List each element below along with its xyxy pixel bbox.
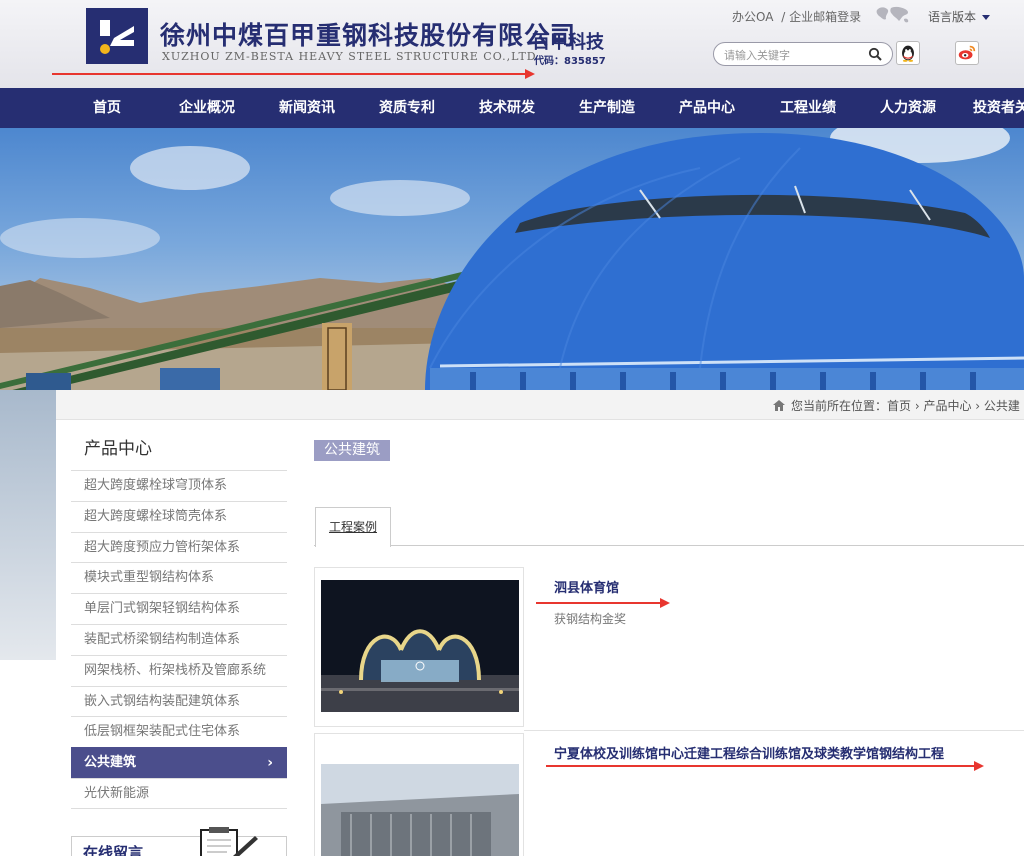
nav-item-products[interactable]: 产品中心 <box>679 88 735 128</box>
online-message-label: 在线留言 <box>83 844 144 856</box>
sidebar-item-label: 超大跨度预应力管桁架体系 <box>84 539 241 555</box>
nav-item-hr[interactable]: 人力资源 <box>880 88 936 128</box>
top-links: 办公OA / 企业邮箱登录 <box>732 8 865 25</box>
project-image-ningxia-training[interactable] <box>321 764 519 856</box>
sidebar-title: 产品中心 <box>84 439 152 459</box>
breadcrumb-current: 公共建 <box>983 399 1020 413</box>
nav-item-investors[interactable]: 投资者关 <box>973 88 1024 128</box>
sidebar-item-label: 超大跨度螺栓球穹顶体系 <box>84 478 228 493</box>
chevron-right-icon: › <box>911 399 924 413</box>
project-thumbnail-card[interactable] <box>314 567 524 727</box>
brand-name: 百甲科技 <box>532 32 604 53</box>
sidebar-item-label: 单层门式钢架轻钢结构体系 <box>84 601 241 617</box>
sidebar-item-label: 低层钢框架装配式住宅体系 <box>84 724 241 740</box>
clipboard-pen-icon <box>200 827 258 856</box>
tab-case-studies[interactable]: 工程案例 <box>315 507 391 547</box>
row-divider <box>524 730 1024 731</box>
logo-emblem-icon <box>100 20 134 54</box>
chevron-right-icon: › <box>971 399 984 413</box>
sidebar-item-label: 嵌入式钢结构装配建筑体系 <box>84 693 241 709</box>
annotation-arrow-header <box>52 69 535 79</box>
language-label: 语言版本 <box>928 10 977 24</box>
sidebar-item-label: 网架栈桥、桁架栈桥及管廊系统 <box>84 662 267 678</box>
chevron-right-icon: › <box>267 755 273 772</box>
sidebar-item-embedded-building[interactable]: 嵌入式钢结构装配建筑体系 <box>71 685 287 717</box>
email-login-link[interactable]: / 企业邮箱登录 <box>781 10 861 24</box>
main-nav: 首页 企业概况 新闻资讯 资质专利 技术研发 生产制造 产品中心 工程业绩 人力… <box>0 88 1024 128</box>
nav-item-rnd[interactable]: 技术研发 <box>479 88 535 128</box>
nav-item-news[interactable]: 新闻资讯 <box>279 88 335 128</box>
qq-icon[interactable] <box>896 41 920 65</box>
company-logo[interactable] <box>86 8 148 64</box>
nav-item-overview[interactable]: 企业概况 <box>179 88 235 128</box>
sidebar-item-label: 超大跨度螺栓球筒壳体系 <box>84 508 228 524</box>
breadcrumb: 您当前所在位置：首页 › 产品中心 › 公共建 <box>773 397 1020 414</box>
sidebar-item-label: 光伏新能源 <box>84 785 150 801</box>
project-thumbnail-card[interactable] <box>314 733 524 856</box>
sidebar-item-public-building[interactable]: 公共建筑 › <box>71 747 287 778</box>
breadcrumb-home[interactable]: 首页 <box>887 399 911 413</box>
sidebar-item-low-rise-housing[interactable]: 低层钢框架装配式住宅体系 <box>71 716 287 747</box>
site-header: 徐州中煤百甲重钢科技股份有限公司 XUZHOU ZM-BESTA HEAVY S… <box>0 0 1024 88</box>
stock-code: 代码：835857 <box>534 56 606 67</box>
hero-banner <box>0 128 1024 390</box>
sidebar-item-label: 装配式桥梁钢结构制造体系 <box>84 631 241 647</box>
company-name-en: XUZHOU ZM-BESTA HEAVY STEEL STRUCTURE CO… <box>162 50 537 63</box>
breadcrumb-products[interactable]: 产品中心 <box>923 399 971 413</box>
sidebar-item-label: 模块式重型钢结构体系 <box>84 570 215 586</box>
language-selector[interactable]: 语言版本 <box>928 8 991 25</box>
project-image-sixian-gym[interactable] <box>321 580 519 712</box>
project-title-link[interactable]: 宁夏体校及训练馆中心迁建工程综合训练馆及球类教学馆钢结构工程 <box>554 743 944 762</box>
sidebar-item-bolt-ball-dome[interactable]: 超大跨度螺栓球穹顶体系 <box>71 470 287 501</box>
chevron-down-icon <box>982 15 991 20</box>
sidebar-item-prestressed-truss[interactable]: 超大跨度预应力管桁架体系 <box>71 531 287 563</box>
search-icon[interactable] <box>868 47 882 61</box>
world-map-icon <box>876 6 909 23</box>
sidebar-item-bridge-steel[interactable]: 装配式桥梁钢结构制造体系 <box>71 623 287 655</box>
home-icon[interactable] <box>773 400 785 411</box>
sidebar-item-trestle-pipe-rack[interactable]: 网架栈桥、桁架栈桥及管廊系统 <box>71 654 287 686</box>
nav-item-qualifications[interactable]: 资质专利 <box>379 88 435 128</box>
office-oa-link[interactable]: 办公OA <box>732 10 773 24</box>
nav-item-home[interactable]: 首页 <box>93 88 121 128</box>
dome-landscape-illustration <box>0 128 1024 390</box>
search-placeholder: 请输入关键字 <box>724 49 790 62</box>
company-name-cn: 徐州中煤百甲重钢科技股份有限公司 <box>160 21 577 50</box>
sidebar-menu: 超大跨度螺栓球穹顶体系 超大跨度螺栓球筒壳体系 超大跨度预应力管桁架体系 模块式… <box>71 470 287 809</box>
sidebar-item-photovoltaic[interactable]: 光伏新能源 <box>71 777 287 809</box>
breadcrumb-prefix: 您当前所在位置： <box>791 399 888 413</box>
search-input[interactable]: 请输入关键字 <box>713 42 893 66</box>
sidebar-item-bolt-ball-shell[interactable]: 超大跨度螺栓球筒壳体系 <box>71 500 287 532</box>
annotation-arrow <box>546 761 984 771</box>
sidebar-item-label: 公共建筑 <box>84 755 137 771</box>
tab-bar-divider <box>314 545 1024 546</box>
annotation-arrow <box>536 598 670 608</box>
sidebar-item-modular-steel[interactable]: 模块式重型钢结构体系 <box>71 562 287 593</box>
project-description: 获钢结构金奖 <box>554 612 627 626</box>
banner-continuation <box>0 390 56 660</box>
section-title: 公共建筑 <box>314 440 390 461</box>
weibo-icon[interactable] <box>955 41 979 65</box>
nav-item-manufacturing[interactable]: 生产制造 <box>579 88 635 128</box>
project-title-link[interactable]: 泗县体育馆 <box>554 577 619 596</box>
sidebar-item-portal-frame[interactable]: 单层门式钢架轻钢结构体系 <box>71 593 287 624</box>
nav-item-projects[interactable]: 工程业绩 <box>780 88 836 128</box>
